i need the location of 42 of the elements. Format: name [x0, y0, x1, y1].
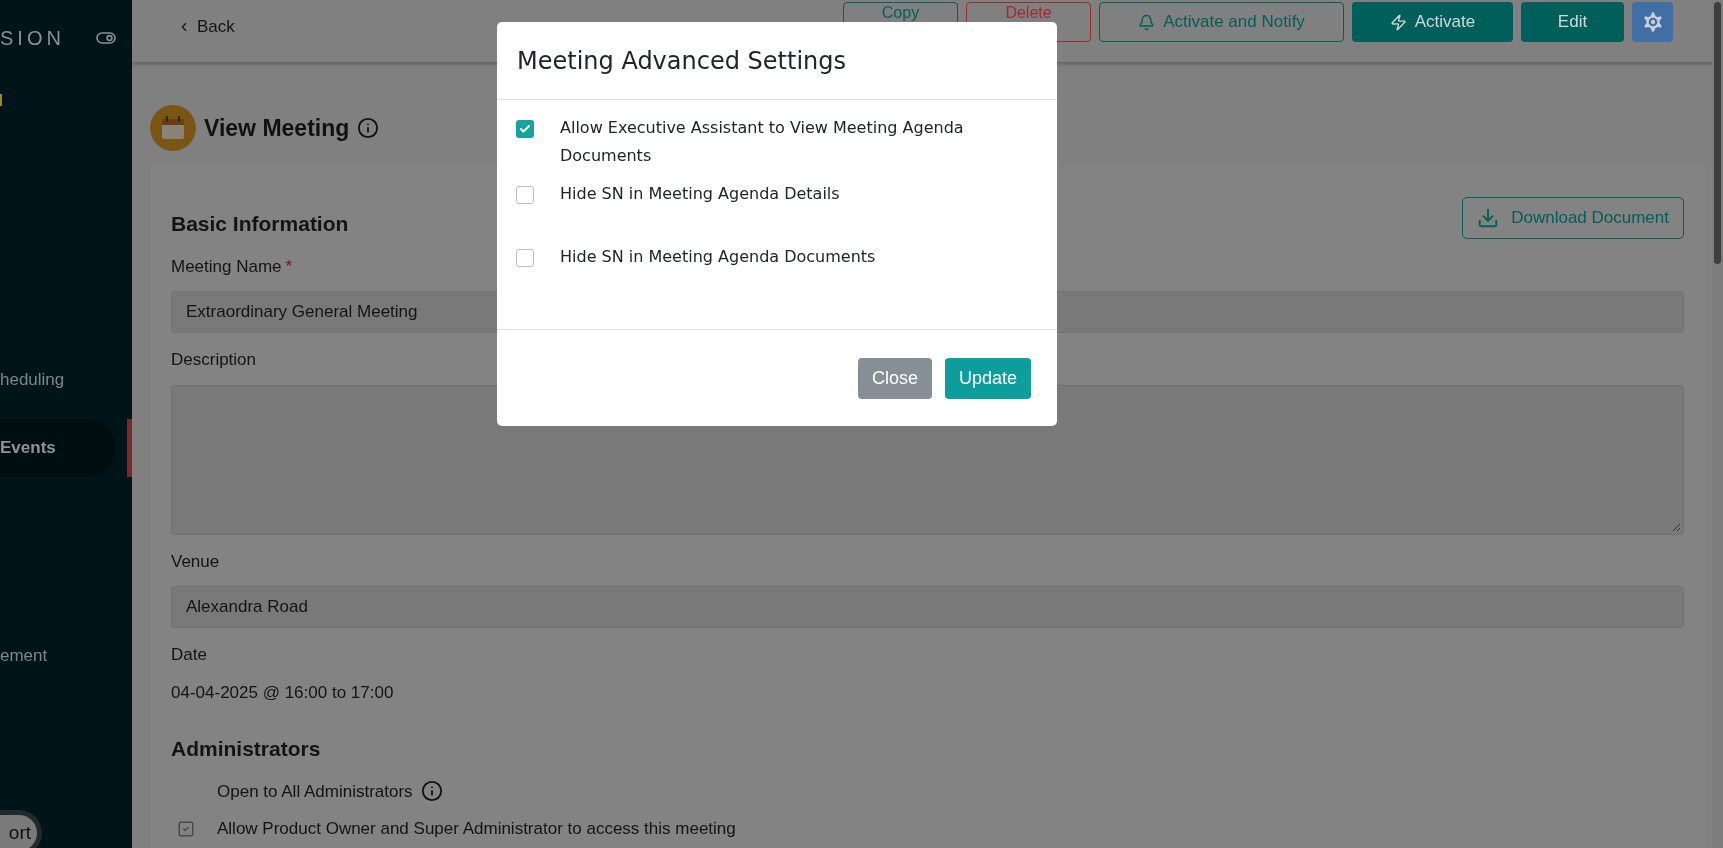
field-label: Venue: [171, 550, 220, 573]
section-heading: Basic Information: [171, 211, 349, 237]
active-indicator: [127, 419, 132, 477]
support-button[interactable]: ort: [0, 810, 42, 848]
info-icon: [420, 780, 443, 803]
checkbox[interactable]: [516, 120, 534, 138]
toggle-icon: [96, 32, 116, 44]
text-field[interactable]: Alexandra Road: [171, 586, 1684, 628]
checkbox[interactable]: [516, 186, 534, 204]
update-button[interactable]: Update: [944, 357, 1031, 399]
close-button[interactable]: Close: [857, 357, 932, 399]
page-title: View Meeting: [204, 113, 350, 143]
activate-button[interactable]: Activate: [1352, 2, 1513, 42]
sidebar-item[interactable]: ement: [0, 627, 120, 685]
checkbox[interactable]: [516, 249, 534, 267]
settings-button[interactable]: [1632, 2, 1673, 42]
edit-button[interactable]: Edit: [1521, 2, 1624, 42]
download-icon: [1477, 206, 1500, 229]
info-icon: [357, 117, 380, 139]
menu-marker-icon: [0, 94, 2, 106]
calendar-icon: [150, 105, 196, 151]
required-mark: *: [285, 255, 293, 278]
check-icon: [519, 123, 531, 135]
lightning-icon: [1389, 13, 1407, 31]
checkbox[interactable]: [177, 819, 195, 838]
option-label: Hide SN in Meeting Agenda Documents: [560, 246, 877, 268]
back-link[interactable]: Back: [177, 14, 235, 40]
bell-icon: [1138, 13, 1156, 31]
field-label: Description: [171, 349, 257, 371]
option-label: Allow Product Owner and Super Administrator to access this meeting: [217, 818, 736, 840]
field-label: Meeting Name: [171, 255, 282, 278]
field-label: Date: [171, 644, 207, 666]
option-label: Open to All Administrators: [217, 780, 413, 803]
sidebar-item[interactable]: heduling: [0, 351, 120, 409]
section-heading: Administrators: [171, 736, 322, 762]
option-label: Hide SN in Meeting Agenda Details: [560, 183, 841, 205]
resize-handle-icon: [1671, 521, 1681, 532]
option-label: Allow Executive Assistant to View Meeting Agenda Documents: [560, 117, 965, 167]
field-value: 04-04-2025 @ 16:00 to 17:00: [171, 681, 395, 704]
scrollbar-thumb[interactable]: [1714, 2, 1721, 264]
brand-logo-text: SION: [0, 26, 65, 51]
modal-title: Meeting Advanced Settings: [517, 45, 846, 77]
